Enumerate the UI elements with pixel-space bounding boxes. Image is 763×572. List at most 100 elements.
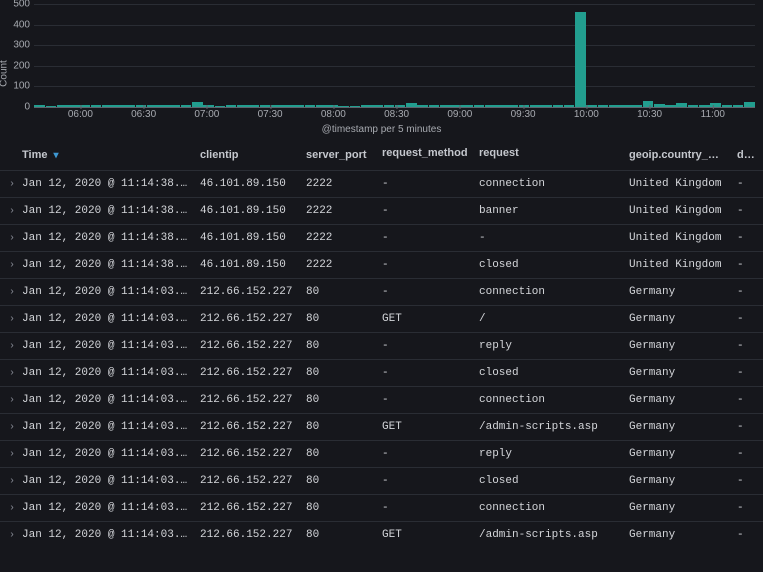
cell-clientip: 46.101.89.150 [194,171,300,197]
chevron-right-icon[interactable]: › [6,260,16,271]
cell-time: Jan 12, 2020 @ 11:14:03.776 [16,522,194,548]
cell-time: Jan 12, 2020 @ 11:14:03.776 [16,360,194,386]
row-expander[interactable]: › [0,171,16,197]
cell-time: Jan 12, 2020 @ 11:14:03.776 [16,387,194,413]
row-expander[interactable]: › [0,387,16,413]
cell-request-method: - [376,252,473,278]
row-expander[interactable]: › [0,441,16,467]
row-expander[interactable]: › [0,360,16,386]
cell-clientip: 212.66.152.227 [194,360,300,386]
cell-country: Germany [623,387,731,413]
chevron-right-icon[interactable]: › [6,530,16,541]
row-expander[interactable]: › [0,252,16,278]
cell-data: - [731,495,761,521]
table-row: ›Jan 12, 2020 @ 11:14:03.776212.66.152.2… [0,305,763,332]
col-data-label: data [737,149,760,161]
col-method-header[interactable]: request_method [376,141,473,164]
cell-serverport: 2222 [300,171,376,197]
row-expander[interactable]: › [0,306,16,332]
cell-data: - [731,225,761,251]
cell-country: Germany [623,306,731,332]
cell-request: - [473,225,623,251]
cell-serverport: 80 [300,387,376,413]
cell-serverport: 80 [300,360,376,386]
chevron-right-icon[interactable]: › [6,206,16,217]
cell-data: - [731,171,761,197]
cell-clientip: 212.66.152.227 [194,522,300,548]
chevron-right-icon[interactable]: › [6,503,16,514]
col-request-header[interactable]: request [473,141,623,164]
cell-clientip: 212.66.152.227 [194,495,300,521]
chevron-right-icon[interactable]: › [6,449,16,460]
chart-ytick: 300 [4,40,30,51]
col-clientip-header[interactable]: clientip [194,143,300,164]
cell-request: / [473,306,623,332]
col-serverport-label: server_port [306,149,367,161]
row-expander[interactable]: › [0,198,16,224]
chart-bar[interactable] [575,12,586,107]
cell-clientip: 46.101.89.150 [194,198,300,224]
cell-request: banner [473,198,623,224]
row-expander[interactable]: › [0,414,16,440]
col-country-header[interactable]: geoip.country_name [623,143,731,164]
col-country-label: geoip.country_name [629,149,731,161]
cell-request: closed [473,360,623,386]
cell-time: Jan 12, 2020 @ 11:14:03.776 [16,306,194,332]
cell-request: connection [473,387,623,413]
chevron-right-icon[interactable]: › [6,314,16,325]
cell-clientip: 212.66.152.227 [194,468,300,494]
chevron-right-icon[interactable]: › [6,179,16,190]
cell-time: Jan 12, 2020 @ 11:14:03.776 [16,414,194,440]
table-row: ›Jan 12, 2020 @ 11:14:03.776212.66.152.2… [0,521,763,548]
chevron-right-icon[interactable]: › [6,395,16,406]
chevron-right-icon[interactable]: › [6,368,16,379]
row-expander[interactable]: › [0,279,16,305]
row-expander[interactable]: › [0,333,16,359]
cell-time: Jan 12, 2020 @ 11:14:03.776 [16,495,194,521]
col-time-header[interactable]: Time ▾ [16,143,194,164]
cell-time: Jan 12, 2020 @ 11:14:38.791 [16,171,194,197]
chevron-right-icon[interactable]: › [6,341,16,352]
histogram-chart[interactable]: Count 0100200300400500 06:0006:3007:0007… [0,0,763,135]
cell-serverport: 80 [300,495,376,521]
cell-data: - [731,333,761,359]
cell-data: - [731,387,761,413]
cell-serverport: 80 [300,414,376,440]
chevron-right-icon[interactable]: › [6,287,16,298]
cell-request: connection [473,279,623,305]
chart-ytick: 0 [4,102,30,113]
row-expander[interactable]: › [0,468,16,494]
cell-serverport: 80 [300,441,376,467]
cell-clientip: 212.66.152.227 [194,306,300,332]
chevron-right-icon[interactable]: › [6,476,16,487]
chart-ytick: 500 [4,0,30,10]
cell-country: Germany [623,441,731,467]
chevron-right-icon[interactable]: › [6,422,16,433]
cell-request-method: GET [376,414,473,440]
cell-country: United Kingdom [623,252,731,278]
table-row: ›Jan 12, 2020 @ 11:14:38.79146.101.89.15… [0,251,763,278]
cell-request-method: - [376,171,473,197]
cell-data: - [731,468,761,494]
cell-time: Jan 12, 2020 @ 11:14:03.776 [16,468,194,494]
cell-clientip: 46.101.89.150 [194,225,300,251]
cell-request-method: - [376,198,473,224]
cell-data: - [731,252,761,278]
row-expander[interactable]: › [0,225,16,251]
chevron-right-icon[interactable]: › [6,233,16,244]
cell-request: /admin-scripts.asp [473,522,623,548]
col-data-header[interactable]: data [731,143,761,164]
cell-request-method: - [376,468,473,494]
row-expander[interactable]: › [0,522,16,548]
col-serverport-header[interactable]: server_port [300,143,376,164]
cell-serverport: 80 [300,468,376,494]
cell-time: Jan 12, 2020 @ 11:14:03.776 [16,333,194,359]
cell-serverport: 2222 [300,198,376,224]
chart-xtick: 10:00 [574,109,599,120]
row-expander[interactable]: › [0,495,16,521]
chart-ytick: 100 [4,81,30,92]
cell-country: Germany [623,360,731,386]
table-row: ›Jan 12, 2020 @ 11:14:03.776212.66.152.2… [0,278,763,305]
chart-xtick: 09:00 [447,109,472,120]
table-row: ›Jan 12, 2020 @ 11:14:03.776212.66.152.2… [0,359,763,386]
